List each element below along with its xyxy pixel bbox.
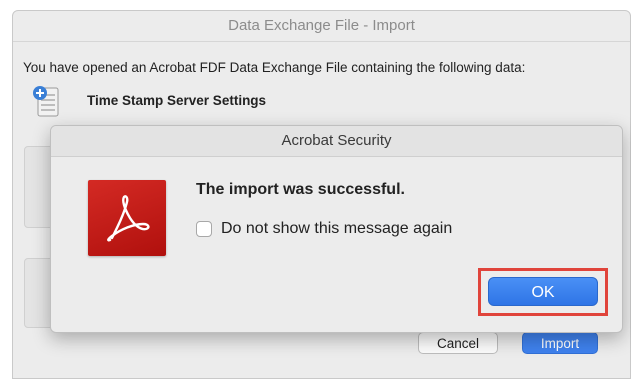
acrobat-security-dialog: Acrobat Security The import was successf… [50,125,623,333]
ok-button[interactable]: OK [488,277,598,306]
cancel-button[interactable]: Cancel [418,332,498,354]
checkbox-label: Do not show this message again [221,220,453,237]
window-title: Data Exchange File - Import [13,11,630,42]
intro-text: You have opened an Acrobat FDF Data Exch… [23,60,526,75]
dont-show-again-checkbox[interactable] [196,221,212,237]
acrobat-logo-icon [88,180,166,256]
settings-file-icon [32,84,59,117]
success-message: The import was successful. [196,181,405,198]
import-button[interactable]: Import [522,332,598,354]
dialog-title: Acrobat Security [51,126,622,157]
data-item-label: Time Stamp Server Settings [87,93,267,108]
